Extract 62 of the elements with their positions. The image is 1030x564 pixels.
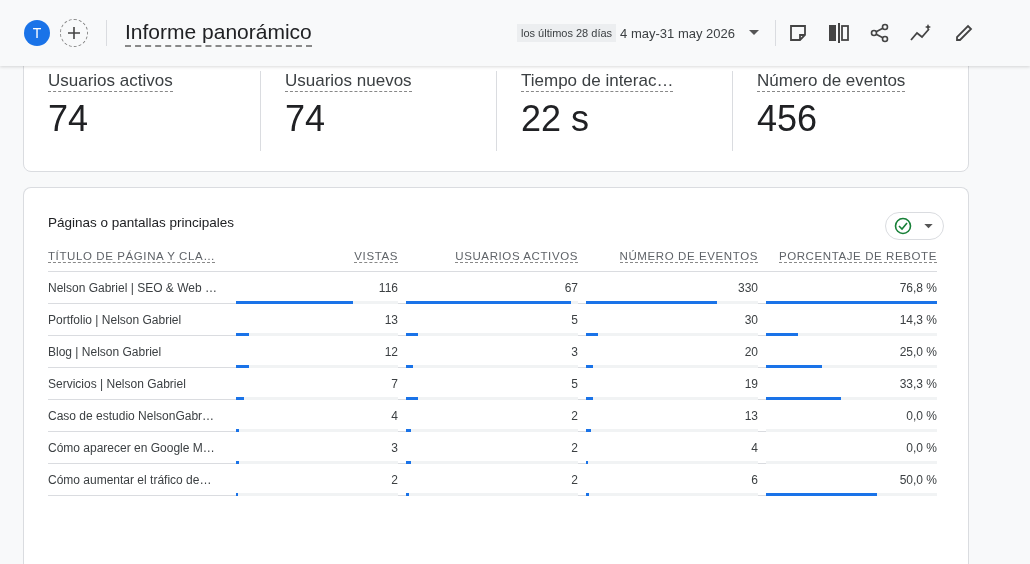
table-cell: Servicios | Nelson Gabriel xyxy=(48,376,186,391)
column-header[interactable]: NÚMERO DE EVENTOS xyxy=(619,250,758,263)
table-cell: 30 xyxy=(744,312,758,327)
date-range-dropdown[interactable]: 4 may-31 may 2026 xyxy=(620,25,759,41)
table-cell: 5 xyxy=(571,312,578,327)
column-header[interactable]: PORCENTAJE DE REBOTE xyxy=(778,250,937,263)
note-icon[interactable] xyxy=(788,23,808,43)
card-title: Páginas o pantallas principales xyxy=(48,215,235,230)
table-cell: 330 xyxy=(737,280,758,295)
table-cell: 2 xyxy=(571,472,578,487)
table-cell: 14,3 % xyxy=(899,312,937,327)
report-title: Informe panorámico xyxy=(125,19,312,47)
column-header[interactable]: VISTAS xyxy=(354,250,398,263)
caret-icon xyxy=(749,30,759,36)
table-cell: 2 xyxy=(571,440,578,455)
table-cell: 13 xyxy=(384,312,398,327)
table-cell: 2 xyxy=(391,472,398,487)
edit-icon[interactable] xyxy=(954,23,974,43)
table-cell: Nelson Gabriel | SEO & Web … xyxy=(48,280,217,295)
table-cell: 13 xyxy=(744,408,758,423)
caret-icon xyxy=(924,223,933,229)
metric-label[interactable]: Número de eventos xyxy=(757,71,906,92)
table-cell: 2 xyxy=(571,408,578,423)
status-dropdown[interactable] xyxy=(885,212,944,240)
metric-label[interactable]: Usuarios activos xyxy=(48,71,173,92)
table-cell: 3 xyxy=(571,344,578,359)
table-cell: 6 xyxy=(751,472,758,487)
table-cell: 33,3 % xyxy=(899,376,937,391)
check-circle-icon xyxy=(894,217,912,235)
avatar[interactable]: T xyxy=(24,20,50,46)
table-cell: Portfolio | Nelson Gabriel xyxy=(48,312,182,327)
table-cell: 3 xyxy=(391,440,398,455)
table-cell: 19 xyxy=(744,376,758,391)
column-header[interactable]: USUARIOS ACTIVOS xyxy=(455,250,578,263)
metric-value: 74 xyxy=(48,98,89,140)
metric-value: 456 xyxy=(757,98,818,140)
table-cell: 0,0 % xyxy=(906,408,937,423)
table-cell: Cómo aumentar el tráfico de… xyxy=(48,472,212,487)
table-cell: 4 xyxy=(391,408,398,423)
metric-label[interactable]: Tiempo de interac… xyxy=(521,71,674,92)
table-cell: 4 xyxy=(751,440,758,455)
table-cell: 12 xyxy=(384,344,398,359)
metric-label[interactable]: Usuarios nuevos xyxy=(285,71,412,92)
metric-value: 74 xyxy=(285,98,326,140)
column-header[interactable]: TÍTULO DE PÁGINA Y CLA… xyxy=(48,250,216,263)
table-cell: 7 xyxy=(391,376,398,391)
compare-icon[interactable] xyxy=(828,23,850,43)
table-cell: Cómo aparecer en Google M… xyxy=(48,440,215,455)
table-cell: Blog | Nelson Gabriel xyxy=(48,344,162,359)
metric-value: 22 s xyxy=(521,98,590,140)
table-cell: 25,0 % xyxy=(899,344,937,359)
table-cell: 20 xyxy=(744,344,758,359)
table-cell: Caso de estudio NelsonGabr… xyxy=(48,408,215,423)
table-cell: 0,0 % xyxy=(906,440,937,455)
table-cell: 50,0 % xyxy=(899,472,937,487)
share-icon[interactable] xyxy=(870,23,890,43)
table-cell: 116 xyxy=(378,280,398,295)
table-cell: 5 xyxy=(571,376,578,391)
table-cell: 76,8 % xyxy=(899,280,937,295)
range-chip: los últimos 28 días xyxy=(517,24,617,42)
table-cell: 67 xyxy=(564,280,578,295)
plus-icon xyxy=(67,26,81,40)
